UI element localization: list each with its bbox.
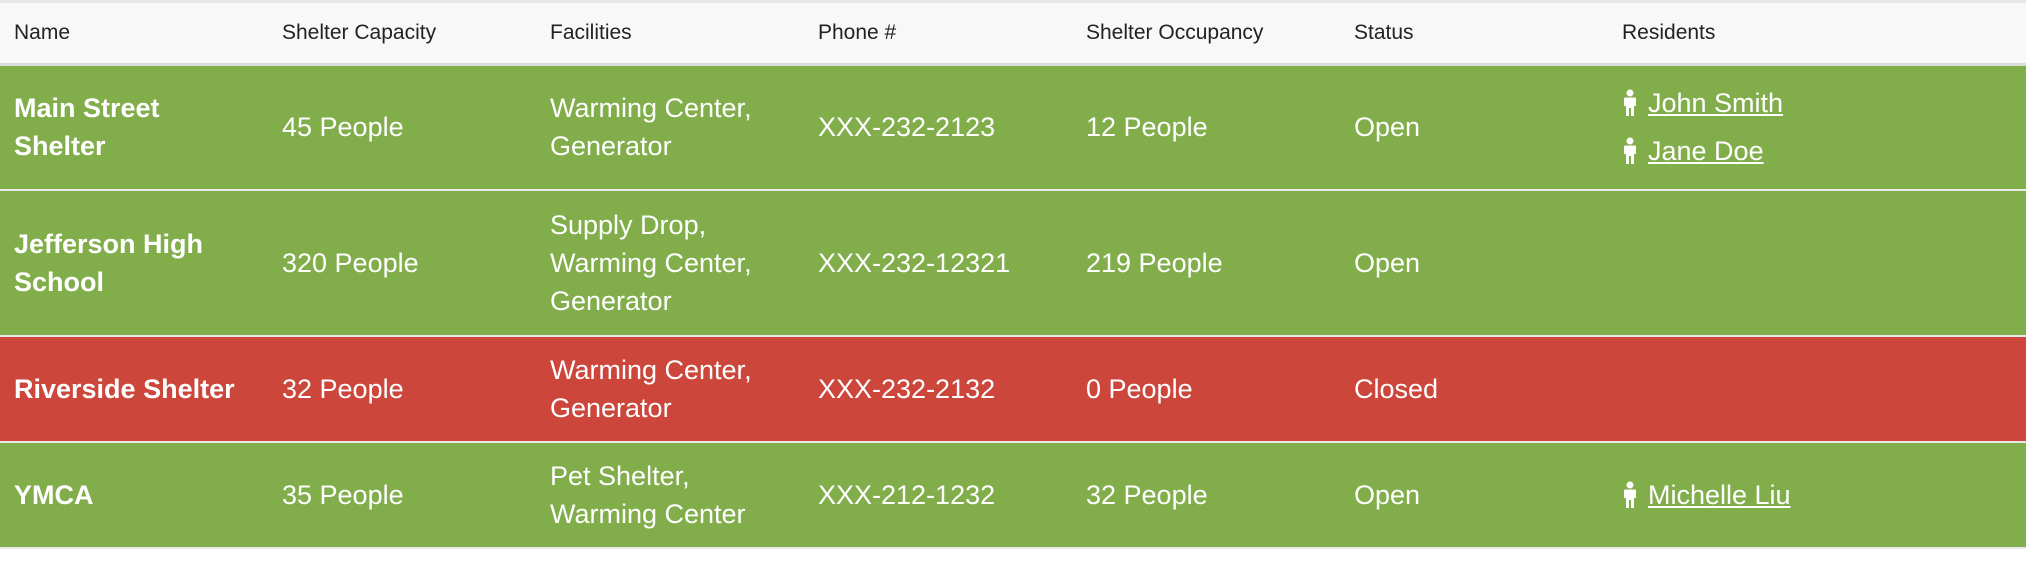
- shelter-name: Riverside Shelter: [14, 374, 235, 404]
- person-icon: [1622, 137, 1638, 165]
- shelter-residents: Michelle Liu: [1608, 442, 2026, 548]
- shelters-table: Name Shelter Capacity Facilities Phone #…: [0, 3, 2026, 549]
- shelter-occupancy: 12 People: [1086, 112, 1208, 143]
- shelter-residents: [1608, 190, 2026, 336]
- shelter-facilities: Pet Shelter, Warming Center: [550, 461, 746, 529]
- shelter-facilities: Warming Center, Generator: [550, 355, 752, 423]
- resident-link-jane-doe[interactable]: Jane Doe: [1648, 132, 1764, 170]
- resident-link-john-smith[interactable]: John Smith: [1648, 84, 1783, 122]
- shelter-phone: XXX-232-2132: [818, 374, 996, 404]
- shelter-status: Open: [1354, 248, 1421, 278]
- shelter-phone: XXX-232-2123: [818, 112, 996, 143]
- shelter-capacity: 32 People: [282, 374, 404, 404]
- shelter-capacity: 320 People: [282, 248, 419, 278]
- header-shelter-occupancy[interactable]: Shelter Occupancy: [1072, 3, 1340, 64]
- header-phone[interactable]: Phone #: [804, 3, 1072, 64]
- shelter-occupancy: 32 People: [1086, 480, 1208, 510]
- shelter-residents: [1608, 336, 2026, 442]
- shelter-phone: XXX-232-12321: [818, 248, 1011, 278]
- header-status[interactable]: Status: [1340, 3, 1608, 64]
- shelter-facilities: Warming Center, Generator: [550, 93, 752, 162]
- table-header-row: Name Shelter Capacity Facilities Phone #…: [0, 3, 2026, 64]
- shelter-status: Closed: [1354, 374, 1439, 404]
- shelter-occupancy: 219 People: [1086, 248, 1223, 278]
- shelter-name: Jefferson High School: [14, 229, 204, 297]
- person-icon: [1622, 481, 1638, 509]
- shelter-status: Open: [1354, 112, 1421, 143]
- header-facilities[interactable]: Facilities: [536, 3, 804, 64]
- shelter-facilities: Supply Drop, Warming Center, Generator: [550, 210, 752, 316]
- header-name[interactable]: Name: [0, 3, 268, 64]
- shelters-table-container: Name Shelter Capacity Facilities Phone #…: [0, 0, 2026, 549]
- shelter-capacity: 35 People: [282, 480, 404, 510]
- shelter-name: Main Street Shelter: [14, 93, 160, 162]
- shelter-status: Open: [1354, 480, 1421, 510]
- resident-item: Michelle Liu: [1622, 471, 2006, 519]
- resident-item: John Smith: [1622, 79, 2006, 127]
- person-icon: [1622, 89, 1638, 117]
- table-row[interactable]: YMCA 35 People Pet Shelter, Warming Cent…: [0, 442, 2026, 548]
- shelter-residents: John Smith Jane Doe: [1608, 64, 2026, 190]
- table-row[interactable]: Main Street Shelter 45 People Warming Ce…: [0, 64, 2026, 190]
- resident-link-michelle-liu[interactable]: Michelle Liu: [1648, 476, 1791, 514]
- header-residents[interactable]: Residents: [1608, 3, 2026, 64]
- table-row[interactable]: Jefferson High School 320 People Supply …: [0, 190, 2026, 336]
- shelter-phone: XXX-212-1232: [818, 480, 996, 510]
- table-row[interactable]: Riverside Shelter 32 People Warming Cent…: [0, 336, 2026, 442]
- shelter-occupancy: 0 People: [1086, 374, 1193, 404]
- shelter-capacity: 45 People: [282, 112, 404, 143]
- shelter-name: YMCA: [14, 480, 94, 510]
- resident-item: Jane Doe: [1622, 127, 2006, 175]
- header-shelter-capacity[interactable]: Shelter Capacity: [268, 3, 536, 64]
